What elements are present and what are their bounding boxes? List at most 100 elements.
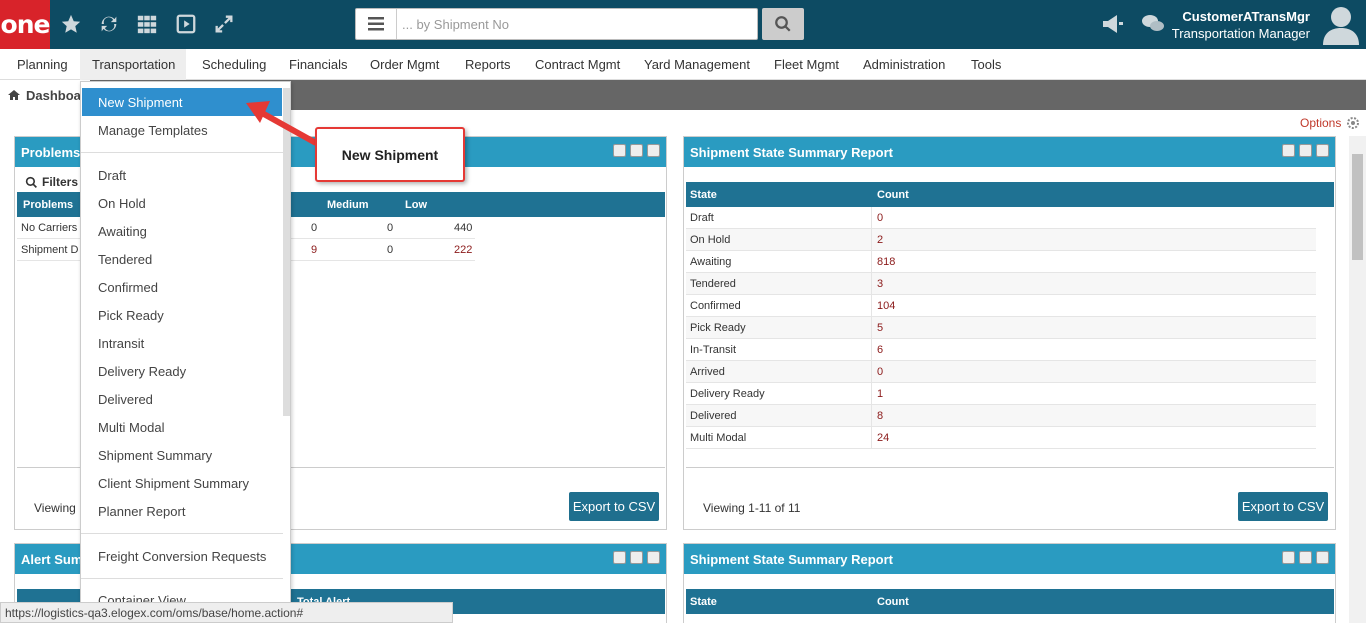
breadcrumb[interactable]: Dashboa [0, 80, 90, 110]
table-row[interactable]: Delivery Ready 1 [686, 383, 1316, 405]
user-name[interactable]: CustomerATransMgr [1182, 9, 1310, 24]
menu-item-awaiting[interactable]: Awaiting [98, 224, 147, 239]
table-row[interactable]: Arrived 0 [686, 361, 1316, 383]
menu-item-on-hold[interactable]: On Hold [98, 196, 146, 211]
nav-tools[interactable]: Tools [971, 57, 1001, 72]
refresh-panel-icon[interactable] [1299, 551, 1312, 564]
menu-item-multi-modal[interactable]: Multi Modal [98, 420, 164, 435]
search-menu-icon[interactable] [356, 9, 397, 39]
user-role: Transportation Manager [1171, 26, 1310, 41]
home-icon [8, 90, 20, 100]
apps-grid-icon[interactable] [134, 11, 160, 37]
nav-yard-management[interactable]: Yard Management [644, 57, 750, 72]
menu-item-freight-conversion-requests[interactable]: Freight Conversion Requests [98, 549, 266, 564]
menu-item-delivered[interactable]: Delivered [98, 392, 153, 407]
settings-panel-icon[interactable] [647, 144, 660, 157]
filters-button[interactable]: Filters [25, 175, 78, 189]
collapse-icon[interactable] [1282, 144, 1295, 157]
menu-item-intransit[interactable]: Intransit [98, 336, 144, 351]
settings-panel-icon[interactable] [1316, 144, 1329, 157]
collapse-icon[interactable] [613, 144, 626, 157]
cell-divider [871, 251, 872, 273]
options-gear-icon[interactable] [1345, 115, 1361, 131]
nav-transportation[interactable]: Transportation [92, 57, 175, 72]
export-csv-button[interactable]: Export to CSV [1238, 492, 1328, 521]
row-state: Tendered [690, 278, 736, 290]
menu-item-client-shipment-summary[interactable]: Client Shipment Summary [98, 476, 249, 491]
play-video-icon[interactable] [173, 11, 199, 37]
viewing-count: Viewing [34, 501, 76, 515]
menu-item-manage-templates[interactable]: Manage Templates [98, 123, 208, 138]
table-row[interactable]: Awaiting 818 [686, 251, 1316, 273]
nav-fleet-mgmt[interactable]: Fleet Mgmt [774, 57, 839, 72]
col-count[interactable]: Count [877, 189, 909, 201]
table-row[interactable]: Tendered 3 [686, 273, 1316, 295]
row-state: Confirmed [690, 300, 741, 312]
menu-item-tendered[interactable]: Tendered [98, 252, 152, 267]
summary2-grid-header: State Count [686, 589, 1334, 614]
search-button[interactable] [762, 8, 804, 40]
avatar[interactable] [1322, 5, 1360, 45]
collapse-icon[interactable] [1282, 551, 1295, 564]
row-medium: 0 [387, 244, 394, 256]
page-scrollbar[interactable] [1349, 136, 1366, 623]
nav-planning[interactable]: Planning [17, 57, 68, 72]
table-row[interactable]: Delivered 8 [686, 405, 1316, 427]
row-count: 24 [877, 432, 890, 444]
row-state: In-Transit [690, 344, 737, 356]
scrollbar-thumb[interactable] [1352, 154, 1363, 260]
export-csv-button[interactable]: Export to CSV [569, 492, 659, 521]
settings-panel-icon[interactable] [647, 551, 660, 564]
favorites-star-icon[interactable] [58, 11, 84, 37]
row-state: Arrived [690, 366, 725, 378]
settings-panel-icon[interactable] [1316, 551, 1329, 564]
col-state[interactable]: State [690, 189, 717, 201]
menu-item-pick-ready[interactable]: Pick Ready [98, 308, 164, 323]
table-row[interactable]: On Hold 2 [686, 229, 1316, 251]
col-medium[interactable]: Medium [327, 199, 369, 211]
summary2-panel-title: Shipment State Summary Report [690, 552, 893, 567]
menu-item-shipment-summary[interactable]: Shipment Summary [98, 448, 212, 463]
app-logo[interactable]: one [0, 0, 50, 49]
row-low: 440 [454, 222, 473, 234]
filters-label: Filters [42, 175, 79, 189]
col-state[interactable]: State [690, 596, 717, 608]
nav-reports[interactable]: Reports [465, 57, 511, 72]
collapse-icon[interactable] [613, 551, 626, 564]
nav-scheduling[interactable]: Scheduling [202, 57, 266, 72]
summary-panel-header: Shipment State Summary Report [684, 137, 1335, 167]
table-row[interactable]: Multi Modal 24 [686, 427, 1316, 449]
menu-item-planner-report[interactable]: Planner Report [98, 504, 185, 519]
table-row[interactable]: Draft 0 [686, 207, 1316, 229]
chat-icon[interactable] [1140, 11, 1166, 37]
announcement-megaphone-icon[interactable] [1100, 11, 1126, 37]
menu-item-delivery-ready[interactable]: Delivery Ready [98, 364, 186, 379]
col-count[interactable]: Count [877, 596, 909, 608]
col-problems[interactable]: Problems [23, 199, 73, 211]
callout-arrow-icon [246, 101, 318, 146]
options-link[interactable]: Options [1300, 116, 1341, 130]
menu-item-new-shipment[interactable]: New Shipment [98, 95, 183, 110]
col-low[interactable]: Low [405, 199, 427, 211]
row-state: On Hold [690, 234, 731, 246]
search-input[interactable] [402, 9, 752, 39]
row-state: Delivery Ready [690, 388, 765, 400]
nav-contract-mgmt[interactable]: Contract Mgmt [535, 57, 620, 72]
row-state: Draft [690, 212, 714, 224]
nav-administration[interactable]: Administration [863, 57, 945, 72]
refresh-panel-icon[interactable] [1299, 144, 1312, 157]
expand-icon[interactable] [211, 11, 237, 37]
menu-item-confirmed[interactable]: Confirmed [98, 280, 158, 295]
table-row[interactable]: In-Transit 6 [686, 339, 1316, 361]
problems-panel-title: Problems [21, 145, 81, 160]
menu-item-draft[interactable]: Draft [98, 168, 126, 183]
refresh-icon[interactable] [96, 11, 122, 37]
search-box [355, 8, 758, 40]
nav-financials[interactable]: Financials [289, 57, 348, 72]
refresh-panel-icon[interactable] [630, 551, 643, 564]
refresh-panel-icon[interactable] [630, 144, 643, 157]
nav-order-mgmt[interactable]: Order Mgmt [370, 57, 439, 72]
table-row[interactable]: Confirmed 104 [686, 295, 1316, 317]
divider [686, 467, 1334, 468]
table-row[interactable]: Pick Ready 5 [686, 317, 1316, 339]
